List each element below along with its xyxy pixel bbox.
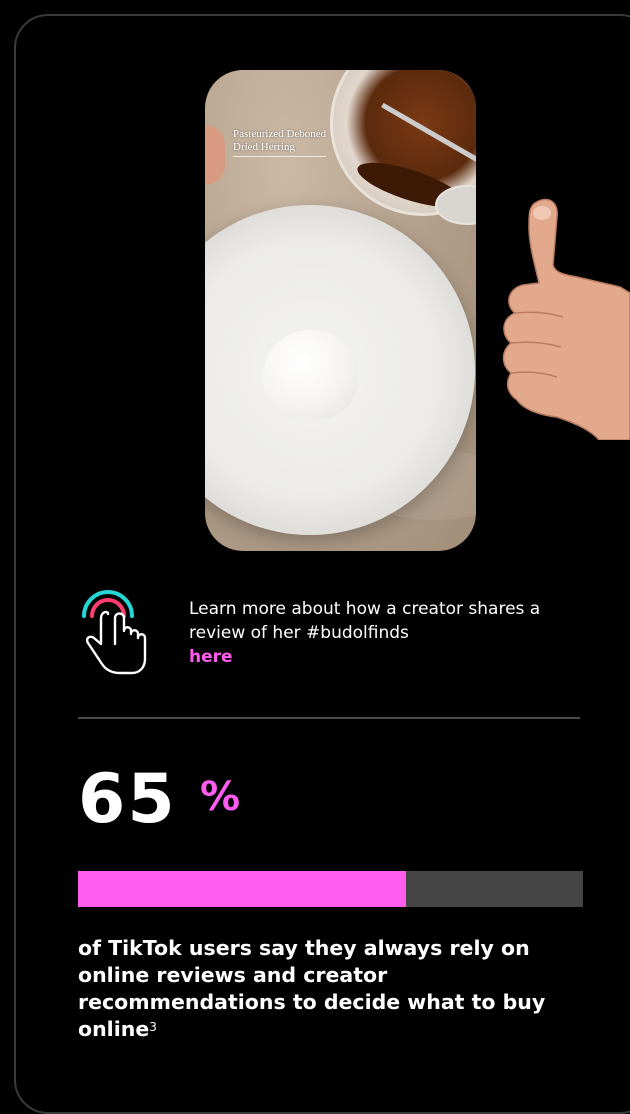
stat-number: 65 [78, 760, 177, 840]
tap-hand-icon[interactable] [78, 586, 150, 678]
thumbs-up-icon [495, 195, 630, 440]
video-caption: Pasteurized Deboned Dried Herring [233, 128, 326, 157]
stat-description: of TikTok users say they always rely on … [78, 935, 598, 1043]
caption-line-1: Pasteurized Deboned [233, 128, 326, 141]
stat-unit: % [200, 775, 240, 819]
progress-bar-fill [78, 871, 406, 907]
cta-text: Learn more about how a creator shares a … [189, 597, 589, 669]
caption-line-2: Dried Herring [233, 141, 326, 154]
thumbnail-nail [533, 206, 551, 220]
cta-description: Learn more about how a creator shares a … [189, 599, 540, 643]
divider [78, 717, 580, 719]
video-preview[interactable]: Pasteurized Deboned Dried Herring [205, 70, 476, 551]
footnote-marker: 3 [149, 1020, 157, 1034]
hand-fingers-image [205, 125, 225, 185]
tap-hand-outline [87, 612, 145, 673]
thumb-hand-shape [504, 199, 630, 440]
progress-bar-track [78, 871, 583, 907]
rice-image [263, 330, 358, 420]
here-link[interactable]: here [189, 647, 233, 667]
